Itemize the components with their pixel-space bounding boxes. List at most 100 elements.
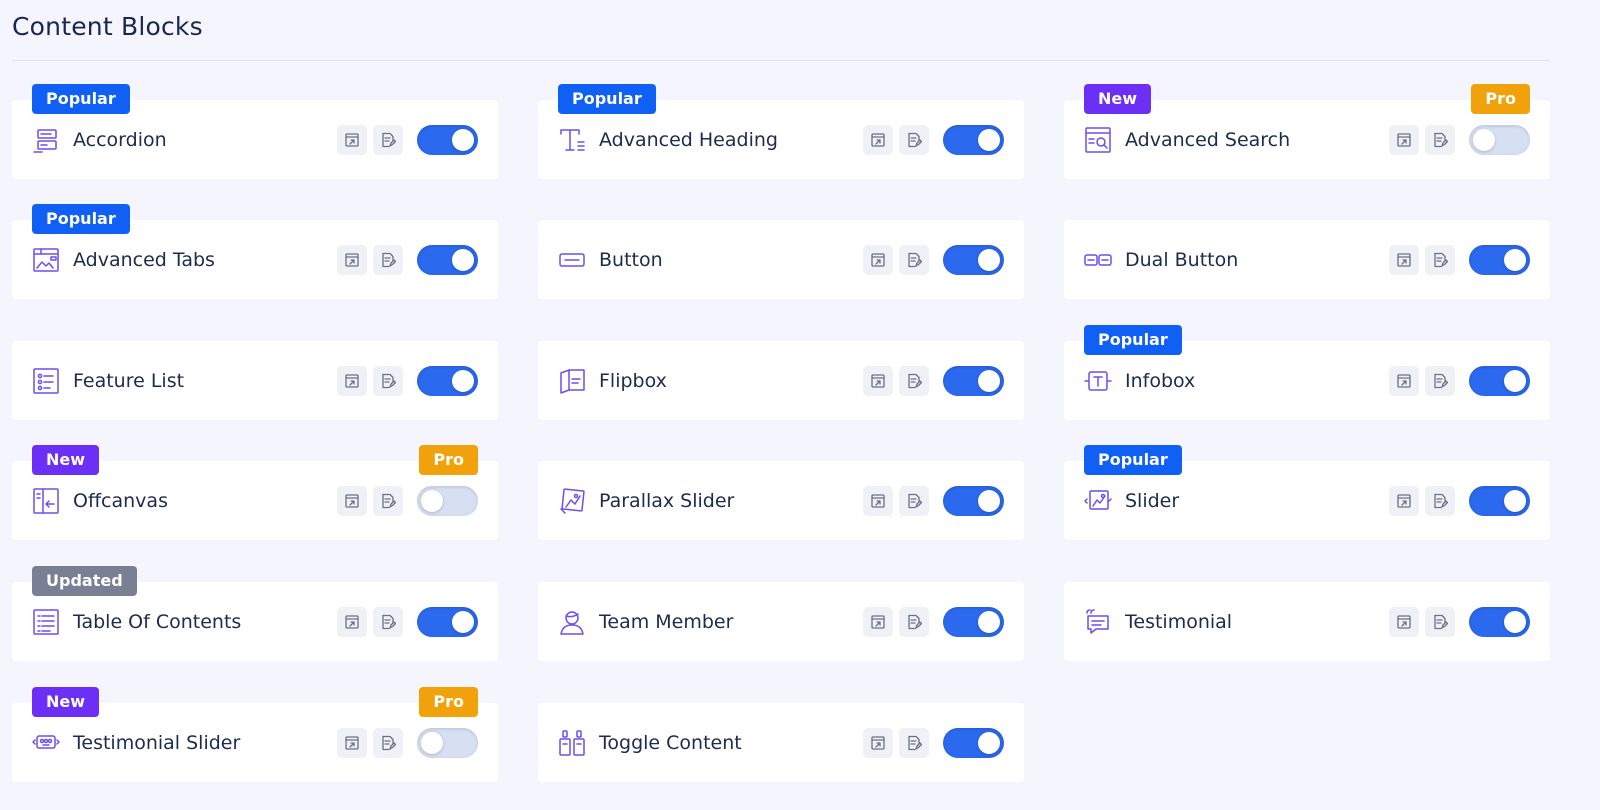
block-label: Feature List [73,369,185,392]
toggle-knob [1504,610,1526,633]
document-icon[interactable] [899,606,929,637]
block-card-accordion: Accordion Popular [12,84,498,179]
external-link-icon[interactable] [1389,606,1419,637]
document-icon[interactable] [373,124,403,155]
block-toggle[interactable] [943,365,1004,396]
block-label: Infobox [1125,369,1196,392]
title-divider [12,60,1550,61]
external-link-icon[interactable] [337,365,367,396]
block-toggle[interactable] [1469,606,1530,637]
external-link-icon[interactable] [337,727,367,758]
external-link-icon[interactable] [1389,124,1419,155]
block-card-advanced-heading: Advanced Heading Popular [538,84,1024,179]
external-link-icon[interactable] [1389,365,1419,396]
dual-button-icon [1084,246,1112,274]
block-card-team-member: Team Member [538,582,1024,661]
block-label: Advanced Search [1125,128,1291,151]
external-link-icon[interactable] [863,485,893,516]
block-toggle[interactable] [1469,365,1530,396]
toggle-knob [978,610,1000,633]
badge-updated: Updated [32,566,137,596]
toggle-knob [1473,128,1495,151]
search-icon [1084,126,1112,154]
document-icon[interactable] [1425,365,1455,396]
external-link-icon[interactable] [1389,485,1419,516]
block-toggle[interactable] [417,485,478,516]
document-icon[interactable] [1425,124,1455,155]
block-toggle[interactable] [417,244,478,275]
external-link-icon[interactable] [863,365,893,396]
toggle-knob [978,489,1000,512]
document-icon[interactable] [1425,606,1455,637]
document-icon[interactable] [899,485,929,516]
badge-popular: Popular [32,204,130,234]
block-toggle[interactable] [417,727,478,758]
toggle-knob [452,128,474,151]
block-label: Team Member [599,610,734,633]
block-toggle[interactable] [417,365,478,396]
external-link-icon[interactable] [863,124,893,155]
block-toggle[interactable] [943,727,1004,758]
toggle-knob [421,489,443,512]
block-toggle[interactable] [943,124,1004,155]
external-link-icon[interactable] [1389,244,1419,275]
parallax-slider-icon [558,487,586,515]
block-toggle[interactable] [417,124,478,155]
testimonial-icon [1084,608,1112,636]
block-card-infobox: Infobox Popular [1064,325,1550,420]
document-icon[interactable] [373,727,403,758]
badge-new: New [1084,84,1152,114]
block-label: Table Of Contents [73,610,242,633]
block-toggle[interactable] [1469,244,1530,275]
badge-new: New [32,687,100,717]
external-link-icon[interactable] [863,244,893,275]
block-toggle[interactable] [1469,485,1530,516]
document-icon[interactable] [899,365,929,396]
toggle-knob [452,369,474,392]
external-link-icon[interactable] [863,606,893,637]
badge-popular: Popular [558,84,656,114]
block-label: Advanced Tabs [73,248,215,271]
document-icon[interactable] [373,485,403,516]
document-icon[interactable] [1425,244,1455,275]
document-icon[interactable] [899,727,929,758]
badge-popular: Popular [32,84,130,114]
external-link-icon[interactable] [863,727,893,758]
block-label: Advanced Heading [599,128,778,151]
block-card-testimonial: Testimonial [1064,582,1550,661]
block-card-table-of-contents: Table Of Contents Updated [12,566,498,661]
toggle-knob [1504,489,1526,512]
document-icon[interactable] [899,124,929,155]
block-label: Slider [1125,489,1180,512]
external-link-icon[interactable] [337,244,367,275]
document-icon[interactable] [1425,485,1455,516]
document-icon[interactable] [373,244,403,275]
external-link-icon[interactable] [337,606,367,637]
document-icon[interactable] [373,606,403,637]
table-of-contents-icon [32,608,60,636]
external-link-icon[interactable] [337,124,367,155]
page-title: Content Blocks [12,12,203,41]
block-card-flipbox: Flipbox [538,341,1024,420]
block-toggle[interactable] [943,485,1004,516]
toggle-knob [978,128,1000,151]
block-label: Accordion [73,128,167,151]
external-link-icon[interactable] [337,485,367,516]
document-icon[interactable] [899,244,929,275]
toggle-knob [978,248,1000,271]
block-toggle[interactable] [943,244,1004,275]
block-toggle[interactable] [943,606,1004,637]
block-toggle[interactable] [417,606,478,637]
block-toggle[interactable] [1469,124,1530,155]
block-card-testimonial-slider: Testimonial Slider New Pro [12,687,498,782]
toggle-knob [1504,369,1526,392]
block-card-advanced-tabs: Advanced Tabs Popular [12,204,498,299]
block-label: Flipbox [599,369,667,392]
toggle-knob [421,731,443,754]
badge-popular: Popular [1084,445,1182,475]
button-icon [558,246,586,274]
document-icon[interactable] [373,365,403,396]
feature-list-icon [32,367,60,395]
block-label: Offcanvas [73,489,168,512]
block-label: Testimonial [1125,610,1233,633]
